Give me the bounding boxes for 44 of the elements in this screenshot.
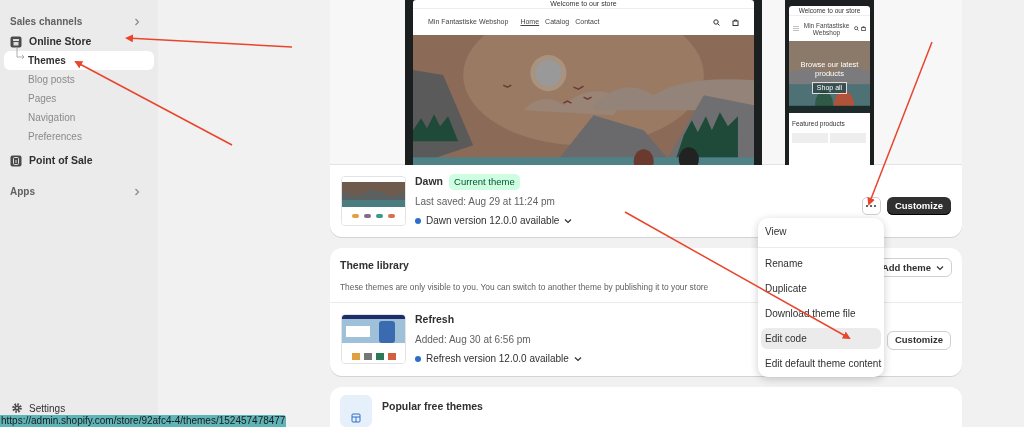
version-dropdown[interactable]: Refresh version 12.0.0 available: [415, 351, 582, 367]
search-icon[interactable]: [713, 18, 720, 26]
menu-item[interactable]: Edit code: [761, 328, 881, 349]
bag-icon[interactable]: [861, 26, 866, 31]
store-icon: [10, 35, 22, 48]
section-description: These themes are only visible to you. You can switch to another theme by publishing it to your store: [340, 280, 709, 294]
chevron-down-icon: [564, 217, 573, 224]
link-url-tooltip: https://admin.shopify.com/store/92afc4-4/themes/152457478477: [0, 415, 287, 427]
chevron-right-icon: [134, 187, 140, 196]
pos-icon: [10, 154, 22, 167]
chevron-right-icon: [134, 17, 140, 26]
ellipsis-icon: [866, 205, 877, 208]
version-dropdown[interactable]: Dawn version 12.0.0 available: [415, 213, 573, 229]
version-text: Dawn version 12.0.0 available: [426, 214, 560, 229]
sidebar-item[interactable]: Point of Sale: [4, 151, 154, 170]
added-date-text: Added: Aug 30 at 6:56 pm: [415, 333, 531, 348]
more-actions-button[interactable]: [861, 197, 881, 216]
section-title: Popular free themes: [382, 399, 483, 414]
sidebar-item[interactable]: Online Store: [4, 32, 154, 51]
theme-thumbnail: [341, 314, 406, 365]
status-badge: Current theme: [449, 173, 520, 191]
version-text: Refresh version 12.0.0 available: [426, 352, 569, 367]
menu-item[interactable]: Duplicate: [761, 278, 881, 299]
customize-button[interactable]: Customize: [886, 197, 951, 216]
theme-name: Dawn: [415, 174, 443, 190]
last-saved-text: Last saved: Aug 29 at 11:24 pm: [415, 195, 555, 210]
section-title: Theme library: [340, 258, 409, 274]
chevron-down-icon: [936, 264, 944, 271]
sidebar-section-header[interactable]: Apps: [4, 182, 154, 201]
theme-name: Refresh: [415, 312, 455, 328]
tree-connector-icon: [16, 48, 26, 61]
menu-item[interactable]: Download theme file: [761, 303, 881, 324]
theme-thumbnail: [341, 176, 406, 227]
sidebar-subitem[interactable]: Themes: [4, 51, 154, 70]
bag-icon[interactable]: [732, 18, 739, 26]
menu-item[interactable]: View: [761, 221, 881, 242]
chevron-down-icon: [573, 355, 582, 362]
settings-icon: [12, 403, 22, 413]
settings-link[interactable]: Settings: [4, 399, 154, 417]
theme-icon: [340, 395, 372, 427]
menu-item[interactable]: Edit default theme content: [761, 353, 881, 374]
customize-button[interactable]: Customize: [886, 330, 951, 350]
search-icon[interactable]: [854, 26, 859, 31]
sidebar-section-header[interactable]: Sales channels: [4, 12, 154, 31]
